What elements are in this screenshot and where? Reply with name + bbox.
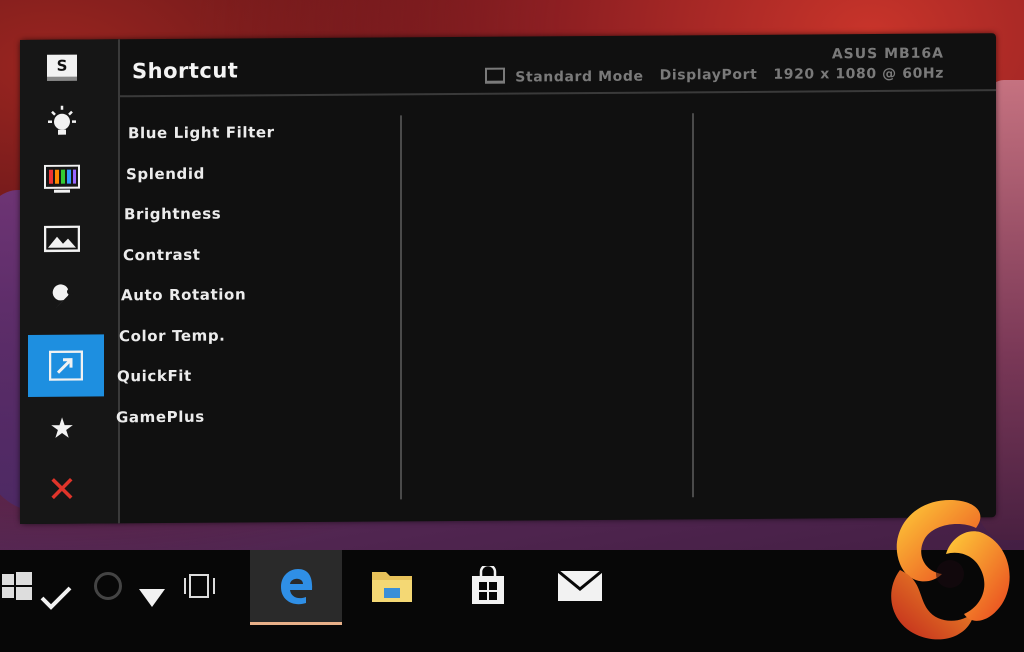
column-divider (692, 113, 694, 498)
osd-window: S ★ ✕ Shortcut ASUS MB16A Standard Mode … (20, 33, 996, 525)
store-glyph (472, 566, 504, 604)
bulb-icon-glyph (48, 105, 76, 135)
down-arrow-icon[interactable] (132, 562, 172, 634)
image-icon-glyph (44, 225, 80, 253)
folder-glyph (372, 572, 412, 602)
task-view-glyph (184, 574, 215, 598)
windows-start-icon[interactable] (0, 550, 34, 622)
bulb-icon[interactable] (42, 102, 82, 142)
mail-icon[interactable] (550, 550, 610, 622)
wrench-icon-glyph (50, 284, 73, 314)
menu-item-contrast[interactable]: Contrast (116, 244, 275, 286)
edge-icon[interactable] (250, 550, 342, 625)
mode-label: Standard Mode (515, 68, 644, 86)
store-icon[interactable] (458, 550, 518, 622)
shortcut-arrow-icon[interactable] (28, 334, 104, 397)
menu-item-color-temp[interactable]: Color Temp. (116, 325, 275, 367)
watermark-logo (891, 500, 1010, 640)
monitor-icon (485, 67, 506, 84)
model-name: ASUS MB16A (831, 45, 944, 63)
check-glyph (40, 586, 72, 610)
menu-item-blue-light-filter[interactable]: Blue Light Filter (116, 122, 275, 164)
file-explorer-icon[interactable] (362, 550, 422, 622)
mail-glyph (557, 569, 603, 601)
cortana-circle-icon[interactable] (90, 550, 126, 622)
circle-glyph (94, 572, 122, 600)
column-divider (400, 115, 402, 500)
down-arrow-glyph (139, 589, 165, 607)
star-icon[interactable]: ★ (42, 408, 82, 448)
shortcut-menu: Blue Light Filter Splendid Brightness Co… (116, 122, 275, 447)
shortcut-arrow-glyph (49, 350, 83, 381)
task-view-icon[interactable] (178, 550, 222, 622)
menu-item-quickfit[interactable]: QuickFit (116, 365, 275, 407)
menu-item-splendid[interactable]: Splendid (116, 163, 275, 205)
osd-header: Shortcut ASUS MB16A Standard Mode Displa… (120, 33, 996, 98)
taskbar (0, 550, 1024, 652)
menu-item-auto-rotation[interactable]: Auto Rotation (116, 284, 275, 326)
input-label: DisplayPort (659, 66, 758, 84)
osd-sidebar: S ★ ✕ (20, 39, 120, 525)
resolution-label: 1920 x 1080 @ 60Hz (773, 65, 944, 83)
windows-logo (2, 572, 32, 600)
status-bar: Standard Mode DisplayPort 1920 x 1080 @ … (485, 65, 944, 86)
mode-status: Standard Mode (485, 67, 644, 86)
page-title: Shortcut (132, 58, 239, 84)
wrench-icon[interactable] (42, 280, 82, 320)
s-icon[interactable]: S (42, 48, 82, 88)
menu-item-gameplus[interactable]: GamePlus (116, 406, 275, 448)
s-letter: S (47, 54, 77, 81)
close-icon[interactable]: ✕ (42, 469, 82, 510)
color-bars-icon-glyph (44, 164, 80, 193)
color-bars-icon[interactable] (42, 160, 82, 200)
image-icon[interactable] (42, 220, 82, 260)
check-icon[interactable] (36, 562, 76, 634)
edge-glyph (281, 569, 313, 605)
menu-item-brightness[interactable]: Brightness (116, 203, 275, 245)
